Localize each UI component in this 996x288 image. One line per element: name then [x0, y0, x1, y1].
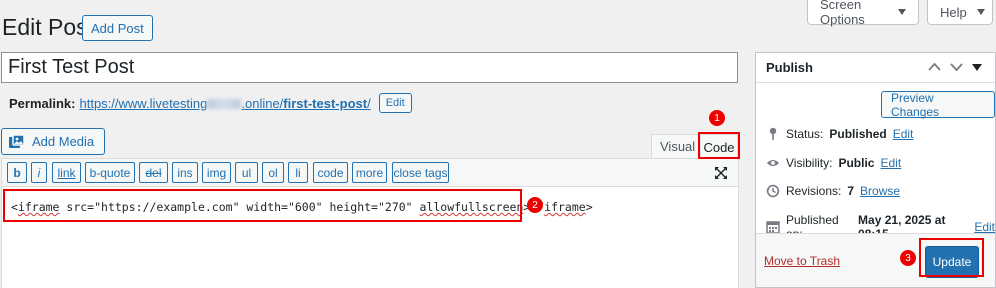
permalink-edit-button[interactable]: Edit	[378, 93, 412, 113]
code-token: >	[585, 200, 593, 214]
revisions-label: Revisions:	[786, 184, 842, 198]
permalink-link[interactable]: https://www.livetesting .online/first-tes…	[79, 96, 370, 111]
chevron-down-icon[interactable]	[950, 62, 963, 72]
preview-changes-button[interactable]: Preview Changes	[881, 91, 995, 119]
add-post-button[interactable]: Add Post	[82, 15, 153, 41]
permalink: Permalink: https://www.livetesting .onlin…	[9, 93, 412, 113]
visibility-row: Visibility: Public Edit	[766, 156, 901, 170]
visibility-edit-link[interactable]: Edit	[880, 156, 901, 170]
annotation-box-code-tab	[698, 132, 740, 159]
quicktag-li-button[interactable]: li	[288, 162, 308, 183]
revisions-browse-link[interactable]: Browse	[860, 184, 900, 198]
chevron-up-icon[interactable]	[928, 62, 941, 72]
screen-options-label: Screen Options	[820, 0, 865, 27]
post-title-input[interactable]: First Test Post	[1, 52, 738, 83]
fullscreen-icon[interactable]	[714, 166, 728, 180]
quicktag-bold-button[interactable]: b	[7, 162, 27, 183]
quicktag-close-tags-button[interactable]: close tags	[392, 162, 449, 183]
help-label: Help	[940, 4, 967, 20]
code-editor: b i link b-quote del ins img ul ol li co…	[1, 158, 739, 288]
permalink-url-domain-end: .online/	[241, 95, 284, 111]
visibility-label: Visibility:	[786, 156, 833, 170]
quicktags-toolbar: b i link b-quote del ins img ul ol li co…	[2, 159, 738, 187]
quicktag-ins-button[interactable]: ins	[172, 162, 198, 183]
permalink-url-end: /	[367, 95, 371, 111]
status-value: Published	[829, 127, 887, 141]
quicktag-img-button[interactable]: img	[202, 162, 231, 183]
quicktag-bquote-button[interactable]: b-quote	[85, 162, 135, 183]
annotation-badge-2: 2	[527, 197, 543, 213]
quicktag-code-button[interactable]: code	[313, 162, 348, 183]
eye-icon	[766, 158, 780, 168]
revisions-row: Revisions: 7 Browse	[766, 184, 900, 198]
add-media-button[interactable]: Add Media	[1, 128, 106, 155]
permalink-url-start: https://www.livetesting	[79, 95, 208, 111]
quicktag-more-button[interactable]: more	[352, 162, 387, 183]
move-to-trash-link[interactable]: Move to Trash	[764, 254, 840, 268]
permalink-slug: first-test-post	[283, 95, 368, 111]
redacted-text	[207, 99, 242, 110]
status-edit-link[interactable]: Edit	[893, 127, 914, 141]
permalink-label: Permalink:	[9, 95, 76, 111]
caret-down-icon	[976, 9, 985, 15]
status-label: Status:	[786, 127, 824, 141]
tab-visual[interactable]: Visual	[651, 134, 705, 158]
visibility-value: Public	[838, 156, 875, 170]
revisions-value: 7	[847, 184, 855, 198]
page-title: Edit Post	[2, 14, 95, 40]
revisions-icon	[766, 184, 780, 198]
publish-title: Publish	[766, 60, 813, 75]
quicktag-del-button[interactable]: del	[139, 162, 168, 183]
calendar-icon	[766, 220, 780, 234]
quicktag-italic-button[interactable]: i	[31, 162, 47, 183]
quicktag-ol-button[interactable]: ol	[262, 162, 284, 183]
status-row: Status: Published Edit	[766, 127, 913, 141]
pin-icon	[766, 127, 780, 141]
quicktag-ul-button[interactable]: ul	[235, 162, 258, 183]
annotation-badge-3: 3	[900, 250, 916, 266]
annotation-badge-1: 1	[709, 110, 725, 126]
annotation-box-update	[919, 238, 984, 277]
add-media-label: Add Media	[32, 134, 95, 149]
annotation-box-code	[3, 189, 522, 222]
quicktag-link-button[interactable]: link	[52, 162, 81, 183]
caret-down-icon[interactable]	[972, 64, 982, 72]
screen-options-button[interactable]: Screen Options	[807, 0, 919, 27]
media-icon	[9, 133, 25, 148]
caret-down-icon	[898, 9, 906, 15]
code-token-spellcheck: iframe	[544, 200, 586, 214]
help-button[interactable]: Help	[927, 0, 993, 25]
published-on-edit-link[interactable]: Edit	[974, 220, 995, 234]
